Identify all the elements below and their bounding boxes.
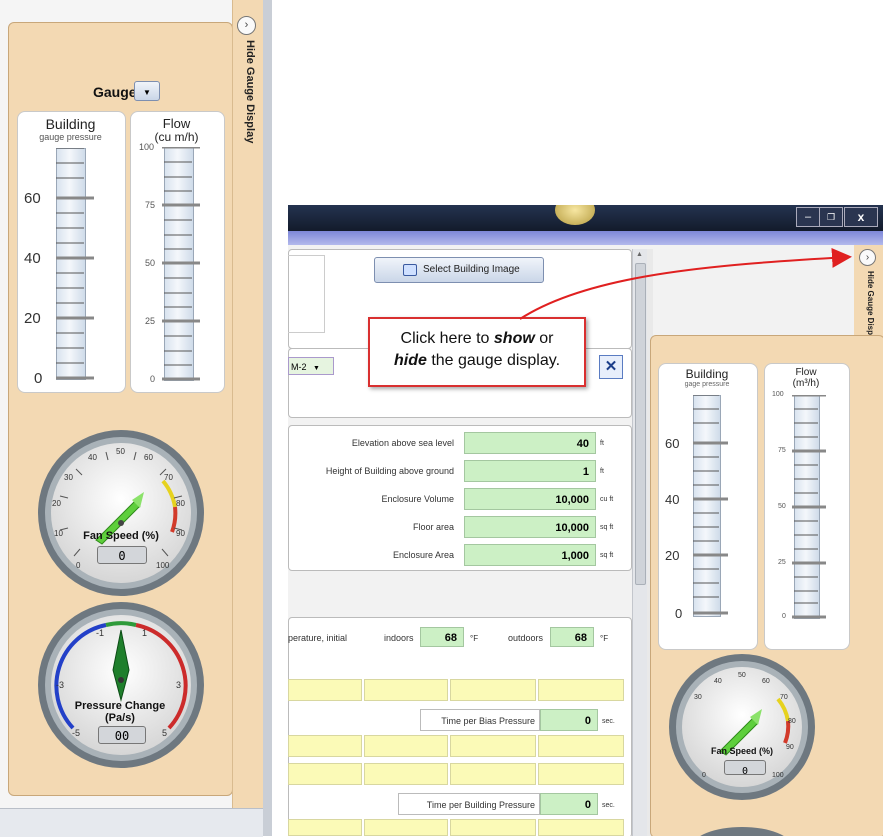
fan-tick-40: 40 — [88, 453, 97, 462]
fan-tick-80: 80 — [176, 499, 185, 508]
fan-tick-0: 0 — [76, 561, 81, 570]
building-tick-60: 60 — [24, 190, 41, 207]
gauge-label: Gauge — [93, 84, 137, 100]
pressure-change-readout: 00 — [98, 726, 146, 744]
building-title: Building — [45, 116, 96, 132]
hide-gauge-label[interactable]: Hide Gauge Display — [242, 40, 256, 200]
callout-arrow — [519, 247, 852, 320]
left-screenshot: › Hide Gauge Display Gauge ▼ Building ga… — [0, 0, 272, 837]
flow-title: Flow — [162, 116, 191, 131]
pressure-change-label: Pressure Change (Pa/s) — [74, 700, 166, 724]
fan-tick-100: 100 — [156, 561, 170, 570]
dropdown-arrow-icon: ▼ — [143, 88, 151, 97]
flow-tick-75: 75 — [145, 200, 156, 210]
fan-speed-readout: 0 — [97, 546, 147, 564]
building-tick-20: 20 — [24, 310, 41, 327]
pressure-tick-1: 1 — [142, 628, 147, 638]
fan-tick-50: 50 — [116, 447, 125, 456]
right-screenshot: – ❐ x Select Building Image M-2 ▼ ✕ Elev… — [288, 205, 883, 836]
fan-speed-dial: 0 10 20 30 40 50 60 70 80 90 100 — [38, 430, 204, 596]
fan-tick-60: 60 — [144, 453, 153, 462]
fan-tick-70: 70 — [164, 473, 173, 482]
right-edge-divider — [263, 0, 272, 836]
flow-tube-ticks — [162, 147, 200, 381]
building-tube-ticks — [56, 148, 94, 380]
pressure-tick-n1: -1 — [96, 628, 104, 638]
pressure-tick-5: 5 — [162, 728, 167, 738]
pressure-tick-n5: -5 — [72, 728, 80, 738]
flow-tick-50: 50 — [145, 258, 156, 268]
bottom-strip — [0, 808, 263, 837]
fan-speed-label: Fan Speed (%) — [83, 530, 159, 542]
collapse-button[interactable]: › — [237, 16, 256, 35]
gauge-dropdown-button[interactable]: ▼ — [134, 81, 160, 101]
fan-tick-20: 20 — [52, 499, 61, 508]
chevron-right-icon: › — [244, 19, 249, 31]
flow-tick-25: 25 — [145, 316, 156, 326]
fan-digits: 0 — [118, 549, 126, 563]
flow-tick-0: 0 — [150, 374, 156, 384]
fan-tick-30: 30 — [64, 473, 73, 482]
building-tick-0: 0 — [34, 370, 43, 387]
pressure-tick-3: 3 — [176, 680, 181, 690]
building-subtitle: gauge pressure — [39, 132, 102, 142]
building-tick-40: 40 — [24, 250, 41, 267]
flow-tick-100: 100 — [139, 142, 155, 152]
pressure-digits: 00 — [114, 729, 130, 743]
pressure-tick-n3: -3 — [56, 680, 64, 690]
